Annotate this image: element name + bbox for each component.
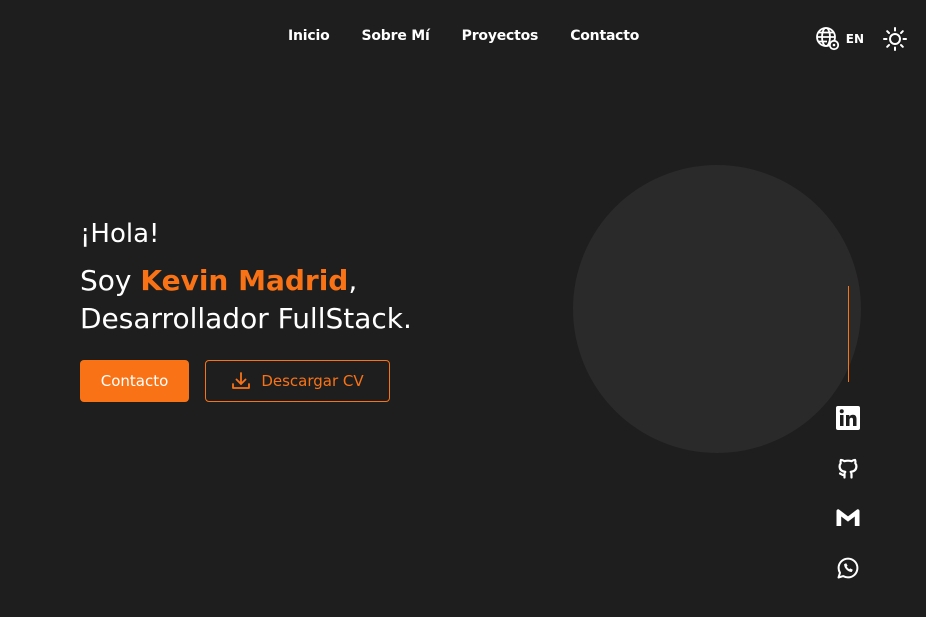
nav-link-inicio[interactable]: Inicio — [288, 28, 330, 44]
intro-prefix: Soy — [80, 264, 141, 297]
language-label: EN — [845, 32, 864, 46]
nav-links: Inicio Sobre Mí Proyectos Contacto — [288, 28, 639, 44]
contact-button[interactable]: Contacto — [80, 360, 189, 402]
hero-role: Desarrollador FullStack. — [80, 302, 412, 335]
social-divider-line — [848, 286, 849, 382]
hero-greeting: ¡Hola! — [80, 219, 160, 249]
download-cv-label: Descargar CV — [261, 372, 364, 390]
github-icon[interactable] — [835, 455, 861, 481]
nav-link-sobre-mi[interactable]: Sobre Mí — [362, 28, 430, 44]
globe-gear-icon — [815, 26, 841, 52]
linkedin-icon[interactable] — [835, 405, 861, 431]
hero-name: Kevin Madrid — [140, 264, 349, 297]
intro-suffix: , — [348, 264, 358, 297]
gmail-icon[interactable] — [835, 505, 861, 531]
hero-intro: Soy Kevin Madrid, Desarrollador FullStac… — [80, 262, 412, 338]
download-cv-button[interactable]: Descargar CV — [205, 360, 390, 402]
hero-decorative-circle — [573, 165, 861, 453]
hero-buttons: Contacto Descargar CV — [80, 360, 412, 402]
nav-link-contacto[interactable]: Contacto — [570, 28, 639, 44]
nav-link-proyectos[interactable]: Proyectos — [462, 28, 539, 44]
hero-section: ¡Hola! Soy Kevin Madrid, Desarrollador F… — [80, 218, 412, 402]
navbar: Inicio Sobre Mí Proyectos Contacto EN — [0, 26, 926, 52]
whatsapp-icon[interactable] — [835, 555, 861, 581]
language-toggle[interactable]: EN — [815, 26, 864, 52]
nav-actions: EN — [815, 26, 908, 52]
social-links — [835, 405, 861, 581]
page: Inicio Sobre Mí Proyectos Contacto EN ¡H… — [0, 0, 926, 617]
sun-icon[interactable] — [882, 26, 908, 52]
download-icon — [231, 371, 251, 391]
